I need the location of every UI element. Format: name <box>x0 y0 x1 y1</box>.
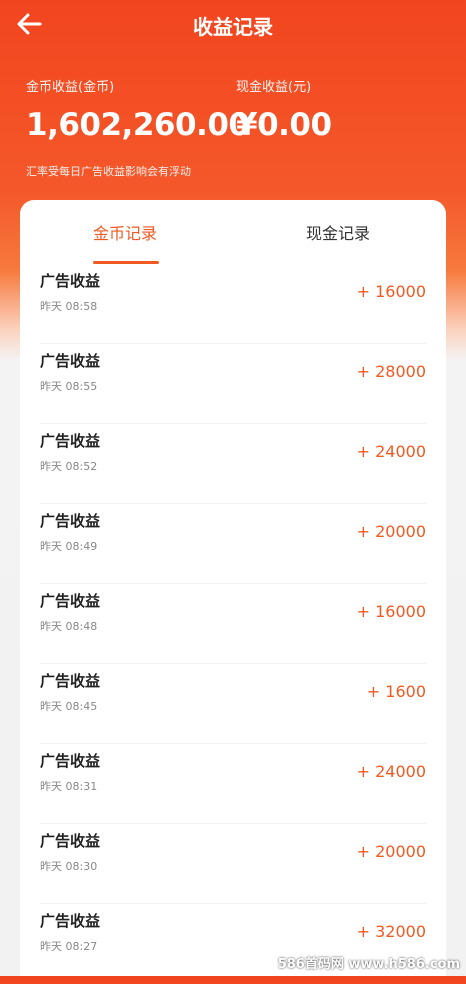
record-amount: + 24000 <box>356 762 426 781</box>
coin-summary: 金币收益(金币) 1,602,260.00 <box>26 76 250 143</box>
record-amount: + 20000 <box>356 522 426 541</box>
record-amount: + 24000 <box>356 442 426 461</box>
record-amount: + 20000 <box>356 842 426 861</box>
record-title: 广告收益 <box>40 832 101 850</box>
record-title: 广告收益 <box>40 912 101 930</box>
record-title: 广告收益 <box>40 512 101 530</box>
records-card: 金币记录 现金记录 广告收益 昨天 08:58 + 16000 广告收益 昨天 … <box>20 200 446 976</box>
page-title: 收益记录 <box>193 15 273 39</box>
coin-value: 1,602,260.00 <box>26 107 250 143</box>
list-item: 广告收益 昨天 08:58 + 16000 <box>20 264 446 344</box>
record-title: 广告收益 <box>40 352 101 370</box>
record-time: 昨天 08:30 <box>40 860 98 873</box>
list-item: 广告收益 昨天 08:30 + 20000 <box>20 824 446 904</box>
record-title: 广告收益 <box>40 432 101 450</box>
record-title: 广告收益 <box>40 752 101 770</box>
record-title: 广告收益 <box>40 272 101 290</box>
record-time: 昨天 08:55 <box>40 380 98 393</box>
record-time: 昨天 08:45 <box>40 700 98 713</box>
record-amount: + 28000 <box>356 362 426 381</box>
list-item: 广告收益 昨天 08:49 + 20000 <box>20 504 446 584</box>
record-list: 广告收益 昨天 08:58 + 16000 广告收益 昨天 08:55 + 28… <box>20 264 446 984</box>
watermark: 586首码网 www.h586.com <box>277 957 460 972</box>
cash-label: 现金收益(元) <box>236 80 312 95</box>
record-amount: + 32000 <box>356 922 426 941</box>
record-time: 昨天 08:31 <box>40 780 98 793</box>
record-time: 昨天 08:48 <box>40 620 98 633</box>
exchange-rate-note: 汇率受每日广告收益影响会有浮动 <box>26 165 191 178</box>
record-title: 广告收益 <box>40 592 101 610</box>
record-amount: + 16000 <box>356 602 426 621</box>
tab-cash-records[interactable]: 现金记录 <box>306 220 370 244</box>
list-item: 广告收益 昨天 08:52 + 24000 <box>20 424 446 504</box>
record-time: 昨天 08:52 <box>40 460 98 473</box>
record-time: 昨天 08:58 <box>40 300 98 313</box>
list-item: 广告收益 昨天 08:31 + 24000 <box>20 744 446 824</box>
list-item: 广告收益 昨天 08:45 + 1600 <box>20 664 446 744</box>
coin-label: 金币收益(金币) <box>26 80 115 95</box>
record-time: 昨天 08:27 <box>40 940 98 953</box>
tab-coin-records[interactable]: 金币记录 <box>93 220 157 244</box>
record-amount: + 1600 <box>366 682 426 701</box>
cash-summary: 现金收益(元) ¥0.00 <box>236 76 332 143</box>
list-item: 广告收益 昨天 08:55 + 28000 <box>20 344 446 424</box>
record-title: 广告收益 <box>40 672 101 690</box>
record-amount: + 16000 <box>356 282 426 301</box>
top-bar: 收益记录 <box>0 0 466 48</box>
cash-value: ¥0.00 <box>236 107 332 143</box>
list-item: 广告收益 昨天 08:27 + 32000 <box>20 904 446 984</box>
list-item: 广告收益 昨天 08:48 + 16000 <box>20 584 446 664</box>
record-time: 昨天 08:49 <box>40 540 98 553</box>
